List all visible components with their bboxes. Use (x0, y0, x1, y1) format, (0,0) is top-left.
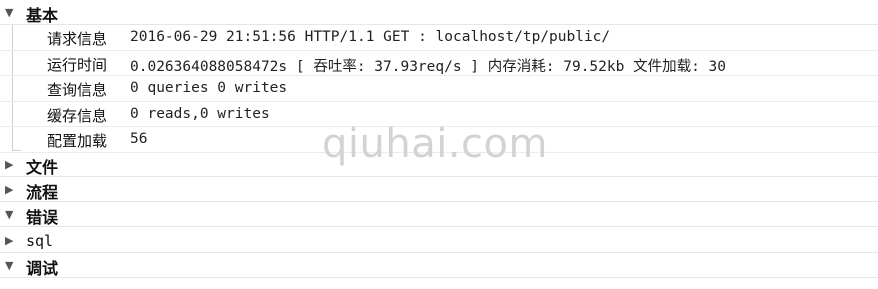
caret-right-icon[interactable]: ▶ (5, 183, 13, 196)
section-error-title[interactable]: 错误 (26, 204, 58, 228)
entry-value: 56 (130, 131, 148, 147)
entry-key: 请求信息 (47, 30, 108, 48)
caret-right-icon[interactable]: ▶ (5, 234, 13, 247)
entry-query-info: 查询信息 0 queries 0 writes (0, 76, 878, 102)
section-flow-title[interactable]: 流程 (26, 179, 58, 203)
entry-request-info: 请求信息 2016-06-29 21:51:56 HTTP/1.1 GET : … (0, 25, 878, 51)
caret-right-icon[interactable]: ▶ (5, 158, 13, 171)
entry-key: 运行时间 (47, 55, 108, 74)
entry-value: 2016-06-29 21:51:56 HTTP/1.1 GET : local… (130, 29, 611, 45)
caret-down-icon[interactable]: ▼ (5, 6, 13, 19)
section-debug[interactable]: ▼ 调试 (0, 253, 878, 278)
caret-down-icon[interactable]: ▼ (5, 208, 13, 221)
section-basic[interactable]: ▼ 基本 (0, 0, 878, 25)
entry-value: 0 queries 0 writes (130, 80, 288, 96)
entry-value: 0 reads,0 writes (130, 105, 270, 122)
entry-key: 缓存信息 (47, 106, 108, 125)
entry-run-time: 运行时间 0.026364088058472s [ 吞吐率: 37.93req/… (0, 51, 878, 76)
section-flow[interactable]: ▶ 流程 (0, 177, 878, 202)
section-error[interactable]: ▼ 错误 (0, 202, 878, 227)
entry-key: 配置加载 (47, 132, 108, 150)
section-sql[interactable]: ▶ sql (0, 228, 878, 253)
entry-value: 0.026364088058472s [ 吞吐率: 37.93req/s ] 内… (130, 58, 726, 75)
section-basic-title[interactable]: 基本 (26, 2, 58, 26)
section-file-title[interactable]: 文件 (26, 154, 58, 178)
section-debug-title[interactable]: 调试 (26, 255, 58, 279)
entry-config-load: 配置加载 56 (0, 127, 878, 153)
entry-key: 查询信息 (47, 81, 108, 99)
section-sql-title[interactable]: sql (26, 232, 53, 250)
entry-cache-info: 缓存信息 0 reads,0 writes (0, 102, 878, 127)
section-file[interactable]: ▶ 文件 (0, 152, 878, 177)
caret-down-icon[interactable]: ▼ (5, 259, 13, 272)
